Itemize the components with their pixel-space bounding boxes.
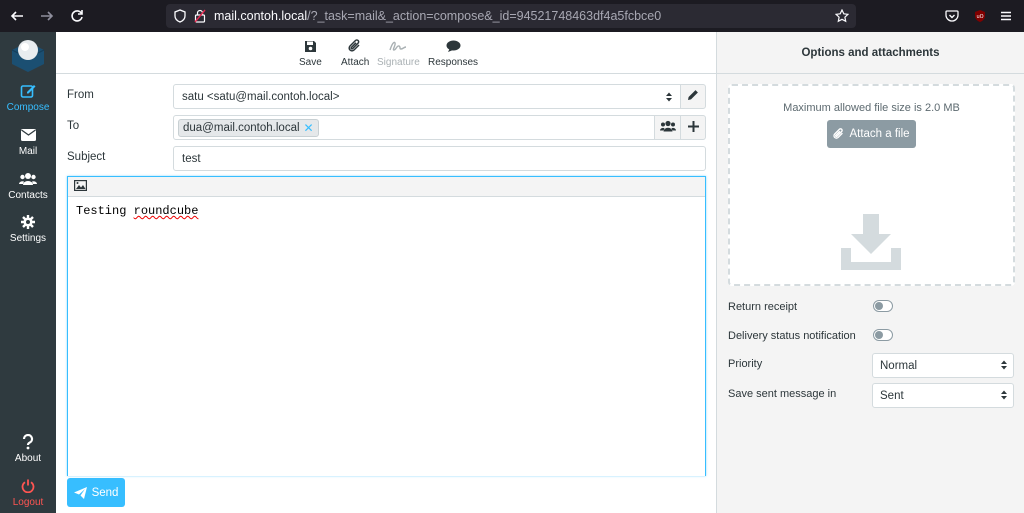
url-path: /?_task=mail&_action=compose&_id=9452174… [307, 9, 662, 23]
back-icon[interactable] [6, 5, 28, 27]
users-icon [659, 120, 676, 135]
gear-icon [21, 213, 35, 231]
insecure-lock-icon[interactable] [192, 9, 208, 23]
nav-logout-label: Logout [12, 497, 44, 508]
dsn-label: Delivery status notification [728, 330, 856, 342]
to-label: To [67, 120, 80, 132]
save-label: Save [299, 57, 322, 68]
priority-label: Priority [728, 358, 763, 370]
attach-button[interactable]: Attach [341, 37, 369, 68]
save-in-select[interactable]: Sent [872, 383, 1014, 408]
download-icon [839, 210, 903, 277]
reload-icon[interactable] [66, 5, 88, 27]
attach-label: Attach [341, 57, 370, 68]
signature-icon [389, 37, 407, 55]
signature-label: Signature [377, 57, 420, 68]
send-label: Send [91, 486, 119, 499]
save-in-value: Sent [880, 389, 904, 402]
url-text: mail.contoh.local/?_task=mail&_action=co… [214, 9, 661, 23]
hamburger-menu-icon[interactable] [998, 8, 1014, 24]
nav-contacts-label: Contacts [8, 190, 48, 201]
attach-file-label: Attach a file [849, 128, 910, 140]
options-panel: Options and attachments Maximum allowed … [716, 32, 1024, 513]
url-host: mail.contoh.local [214, 9, 308, 23]
nav-logout[interactable]: Logout [0, 477, 56, 513]
comment-icon [446, 37, 461, 55]
address-bar[interactable]: mail.contoh.local/?_task=mail&_action=co… [166, 4, 856, 28]
send-button[interactable]: Send [67, 478, 125, 507]
select-arrows-icon [1001, 390, 1007, 403]
edit-identities-button[interactable] [680, 84, 706, 109]
select-arrows-icon [1001, 360, 1007, 373]
power-icon [21, 477, 35, 495]
signature-button[interactable]: Signature [377, 37, 420, 68]
nav-mail-label: Mail [18, 146, 38, 157]
from-select[interactable]: satu <satu@mail.contoh.local> [173, 84, 681, 109]
bookmark-star-icon[interactable] [834, 8, 850, 24]
priority-value: Normal [880, 359, 918, 372]
editor-toolbar [68, 177, 705, 197]
add-contact-button[interactable] [654, 115, 681, 140]
question-icon [22, 433, 34, 451]
return-receipt-toggle[interactable] [873, 300, 893, 312]
roundcube-logo[interactable] [8, 36, 48, 76]
attach-file-button[interactable]: Attach a file [827, 120, 916, 148]
nav-settings-label: Settings [9, 233, 47, 244]
pocket-icon[interactable] [944, 8, 960, 24]
compose-icon [20, 82, 36, 100]
add-header-button[interactable] [680, 115, 706, 140]
recipient-chip[interactable]: dua@mail.contoh.local ✕ [178, 118, 319, 137]
body-word: Testing [76, 204, 127, 218]
nav-settings[interactable]: Settings [0, 213, 56, 255]
responses-label: Responses [428, 57, 479, 68]
ublock-origin-icon[interactable]: uO [972, 8, 988, 24]
paper-plane-icon [73, 486, 87, 499]
save-button[interactable]: Save [299, 37, 322, 68]
remove-recipient-icon[interactable]: ✕ [304, 121, 314, 135]
return-receipt-label: Return receipt [728, 301, 798, 313]
subject-label: Subject [67, 151, 106, 163]
svg-text:uO: uO [976, 14, 983, 20]
misspelled-word: roundcube [133, 204, 199, 218]
recipient-address: dua@mail.contoh.local [183, 121, 300, 134]
message-body[interactable]: Testing roundcube [68, 197, 705, 225]
paperclip-icon [348, 37, 362, 55]
nav-contacts[interactable]: Contacts [0, 170, 56, 212]
envelope-icon [20, 126, 36, 144]
paperclip-icon [833, 128, 845, 140]
app-sidebar: Compose Mail Contacts Settings About Log… [0, 32, 56, 513]
select-arrows-icon [666, 92, 672, 105]
pencil-icon [687, 89, 699, 104]
save-icon [304, 37, 317, 55]
compose-toolbar: Save Attach Signature Responses [56, 32, 716, 74]
from-value: satu <satu@mail.contoh.local> [182, 90, 340, 103]
save-in-label: Save sent message in [728, 388, 837, 400]
nav-compose-label: Compose [6, 102, 50, 113]
nav-mail[interactable]: Mail [0, 126, 56, 168]
plus-icon [687, 120, 699, 135]
to-input[interactable]: dua@mail.contoh.local ✕ [173, 115, 655, 140]
attachment-dropzone[interactable]: Maximum allowed file size is 2.0 MB Atta… [728, 84, 1015, 286]
responses-button[interactable]: Responses [428, 37, 478, 68]
browser-toolbar: mail.contoh.local/?_task=mail&_action=co… [0, 0, 1024, 32]
nav-about[interactable]: About [0, 433, 56, 475]
users-icon [19, 170, 37, 188]
dsn-toggle[interactable] [873, 329, 893, 341]
nav-about-label: About [14, 453, 42, 464]
priority-select[interactable]: Normal [872, 353, 1014, 378]
options-title: Options and attachments [717, 32, 1024, 74]
shield-icon[interactable] [172, 9, 188, 23]
subject-input[interactable]: test [173, 146, 706, 171]
from-label: From [67, 89, 94, 101]
forward-icon[interactable] [36, 5, 58, 27]
subject-value: test [182, 152, 201, 165]
image-icon[interactable] [74, 179, 88, 194]
compose-form: From satu <satu@mail.contoh.local> To du… [56, 75, 716, 513]
nav-compose[interactable]: Compose [0, 82, 56, 124]
message-editor[interactable]: Testing roundcube [67, 176, 706, 476]
max-size-note: Maximum allowed file size is 2.0 MB [783, 102, 960, 114]
